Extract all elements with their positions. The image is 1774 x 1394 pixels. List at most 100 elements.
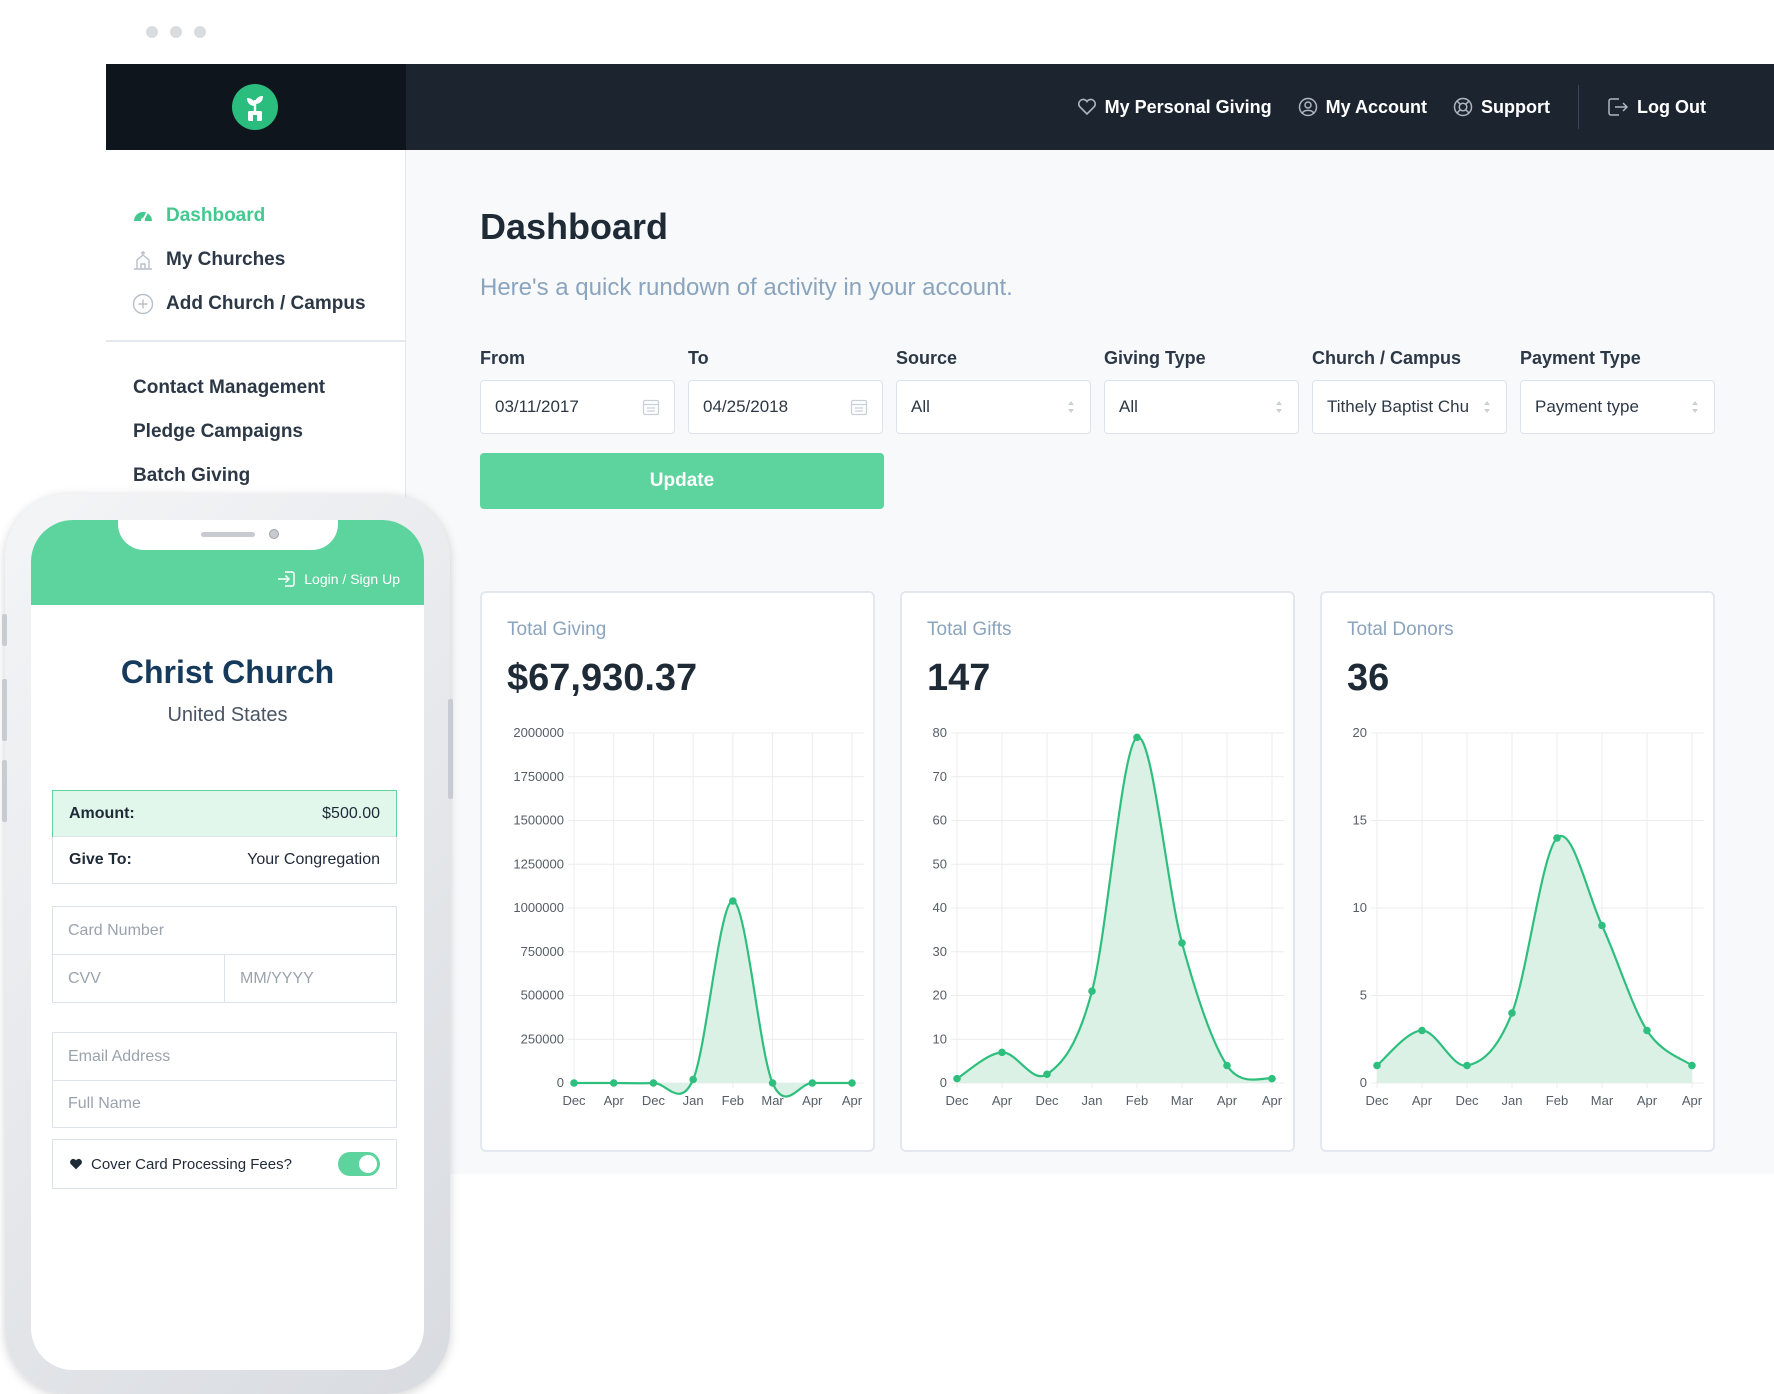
calendar-icon [642,399,660,416]
data-point [1643,1026,1651,1035]
phone-side-button [2,760,7,822]
login-signup-link[interactable]: Login / Sign Up [276,570,400,588]
phone-side-button [2,679,7,741]
give-to-label: Give To: [69,851,132,868]
church-campus-select[interactable]: Tithely Baptist Chu [1312,380,1507,434]
card-number-field[interactable]: Card Number [53,907,396,954]
filter-label: To [688,348,709,368]
filter-giving-type: Giving Type All [1104,348,1299,434]
y-tick-label: 0 [1360,1075,1367,1090]
give-to-value: Your Congregation [247,851,380,868]
sidebar-item-batch-giving[interactable]: Batch Giving [133,454,405,498]
card-label: Total Gifts [927,619,1012,640]
filter-label: Church / Campus [1312,348,1462,368]
filter-value: Tithely Baptist Chu [1327,397,1470,416]
giving-type-select[interactable]: All [1104,380,1299,434]
card-value: 147 [927,657,991,699]
data-point [1418,1026,1426,1035]
update-button[interactable]: Update [480,453,884,509]
church-icon [134,251,152,270]
x-tick-label: Dec [1035,1093,1059,1108]
cover-fees-text: Cover Card Processing Fees? [69,1156,292,1173]
cvv-field[interactable]: CVV [53,955,224,1002]
data-point [808,1079,817,1087]
y-tick-label: 1000000 [513,900,564,915]
x-tick-label: Apr [604,1093,625,1108]
filter-to: To 04/25/2018 [688,348,883,434]
sidebar-item-contact-management[interactable]: Contact Management [133,366,405,410]
log-out-link[interactable]: Log Out [1607,97,1706,118]
total-gifts-card: Total Gifts 147 0 10 20 30 40 50 60 70 80 Dec Apr D… [900,591,1295,1152]
logo-area [106,64,406,150]
window-dot [170,26,182,38]
data-point [1178,939,1186,947]
sidebar-primary-nav: Dashboard My Churches Add Church / Campu… [106,150,405,342]
phone-speaker [201,532,255,537]
filter-label: Giving Type [1104,348,1206,368]
data-point [729,897,737,905]
cover-fees-label: Cover Card Processing Fees? [91,1155,292,1173]
filter-source: Source All [896,348,1091,434]
cover-fees-box: Cover Card Processing Fees? [52,1139,397,1189]
filter-from: From 03/11/2017 [480,348,675,434]
data-point [1133,733,1141,742]
cover-fees-toggle[interactable] [338,1152,380,1176]
support-label: Support [1481,96,1551,117]
x-tick-label: Mar [1171,1093,1194,1108]
lifebuoy-icon [1453,97,1473,117]
select-arrows-icon [1276,401,1282,413]
tithely-logo-icon[interactable] [232,84,278,130]
payment-type-select[interactable]: Payment type [1520,380,1715,434]
phone-side-button [448,699,453,799]
data-point [848,1079,856,1087]
card-extra-fields: CVV MM/YYYY [53,954,396,1002]
y-tick-label: 20 [1353,725,1367,740]
phone-camera [269,529,279,539]
card-details: Card Number CVV MM/YYYY [52,906,397,1003]
select-arrows-icon [1068,401,1074,413]
window-controls [146,26,206,38]
data-point [609,1079,618,1087]
y-tick-label: 1250000 [513,856,564,871]
x-tick-label: Apr [1217,1093,1238,1108]
x-tick-label: Jan [1082,1093,1103,1108]
sidebar-item-add-church[interactable]: Add Church / Campus [132,282,405,326]
heart-icon [70,1158,82,1170]
x-tick-label: Feb [1126,1093,1148,1108]
window-dot [194,26,206,38]
card-value: $67,930.37 [507,657,698,699]
total-donors-card: Total Donors 36 0 5 10 15 20 Dec Apr Dec Jan Feb M… [1320,591,1715,1152]
expiry-field[interactable]: MM/YYYY [224,955,396,1002]
y-tick-label: 5 [1360,988,1367,1003]
from-date-input[interactable]: 03/11/2017 [480,380,675,434]
sidebar-item-my-churches[interactable]: My Churches [132,238,405,282]
contact-details: Email Address Full Name [52,1032,397,1128]
y-tick-label: 0 [557,1075,564,1090]
y-tick-label: 15 [1353,813,1367,828]
sidebar-item-label: My Churches [166,249,286,270]
sidebar-item-dashboard[interactable]: Dashboard [132,194,405,238]
sidebar-item-label: Dashboard [166,205,266,226]
full-name-field[interactable]: Full Name [53,1080,396,1127]
amount-row[interactable]: Amount: $500.00 [52,790,397,837]
email-field[interactable]: Email Address [53,1033,396,1080]
area-fill [1377,836,1692,1083]
y-tick-label: 2000000 [513,725,564,740]
x-tick-label: Mar [1591,1093,1614,1108]
data-point [1508,1009,1516,1017]
give-to-row[interactable]: Give To: Your Congregation [53,836,396,883]
to-date-input[interactable]: 04/25/2018 [688,380,883,434]
data-point [1373,1061,1381,1070]
my-personal-giving-link[interactable]: My Personal Giving [1077,97,1272,118]
source-select[interactable]: All [896,380,1091,434]
y-tick-label: 250000 [521,1031,564,1046]
sidebar-item-pledge-campaigns[interactable]: Pledge Campaigns [133,410,405,454]
amount-label: Amount: [69,804,135,822]
support-link[interactable]: Support [1453,97,1550,118]
data-point [1688,1061,1696,1070]
data-point [998,1048,1006,1057]
y-tick-label: 80 [933,725,947,740]
my-account-label: My Account [1325,96,1428,117]
my-account-link[interactable]: My Account [1298,97,1427,118]
y-tick-label: 70 [933,769,947,784]
